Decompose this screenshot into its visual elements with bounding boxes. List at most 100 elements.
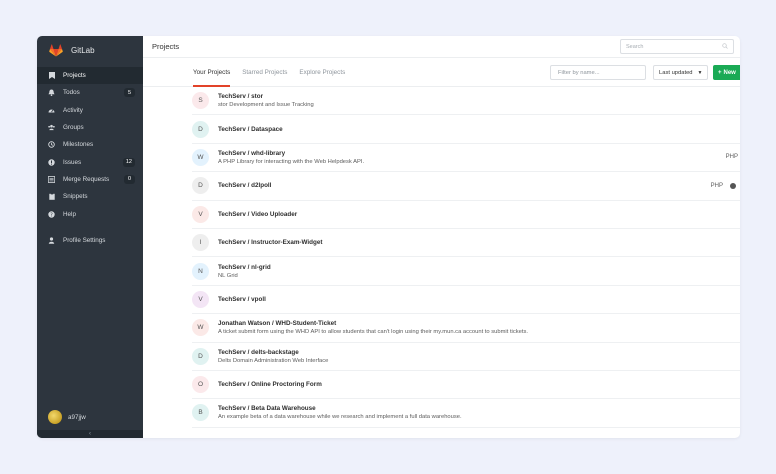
plus-icon: + — [718, 69, 722, 76]
project-row[interactable]: V TechServ / vpoll — [192, 286, 740, 315]
project-name-link[interactable]: TechServ / Beta Data Warehouse — [218, 405, 462, 412]
sidebar-item-label: Activity — [63, 106, 83, 114]
project-avatar: W — [192, 319, 209, 337]
current-user[interactable]: a97jjw — [48, 410, 86, 424]
new-button-label: New — [723, 69, 736, 76]
project-description: A ticket submit form using the WHD API t… — [218, 329, 528, 336]
project-description: stor Development and Issue Tracking — [218, 102, 314, 109]
sidebar-item-label: Help — [63, 210, 76, 218]
tab-your-projects[interactable]: Your Projects — [193, 58, 231, 87]
sidebar-item-label: Groups — [63, 124, 84, 132]
list-icon — [48, 176, 55, 183]
project-name-link[interactable]: TechServ / delts-backstage — [218, 349, 328, 356]
question-icon: ? — [48, 210, 55, 218]
project-name-link[interactable]: TechServ / d2lpoll — [218, 182, 271, 189]
sidebar-item-milestones[interactable]: Milestones — [37, 136, 143, 153]
bookmark-icon — [48, 72, 55, 80]
sidebar-item-groups[interactable]: Groups — [37, 119, 143, 136]
project-name-link[interactable]: TechServ / Dataspace — [218, 126, 283, 133]
brand[interactable]: GitLab — [37, 39, 143, 61]
project-row[interactable]: W TechServ / whd-library A PHP Library for… — [192, 144, 740, 173]
project-list: S TechServ / stor stor Development and Iss… — [192, 87, 740, 428]
filter-by-name-input[interactable]: Filter by name... — [550, 65, 646, 80]
sidebar-item-label: Issues — [63, 158, 82, 166]
sidebar-item-label: Projects — [63, 72, 86, 80]
sidebar-item-projects[interactable]: Projects — [37, 67, 143, 85]
sidebar-item-merge-requests[interactable]: Merge Requests 0 — [37, 171, 143, 188]
clock-icon — [48, 141, 55, 149]
sidebar-item-activity[interactable]: Activity — [37, 102, 143, 119]
project-row[interactable]: O TechServ / Online Proctoring Form — [192, 371, 740, 400]
project-info: TechServ / stor stor Development and Issu… — [218, 93, 314, 108]
sidebar-item-help[interactable]: ? Help — [37, 205, 143, 222]
project-avatar: V — [192, 205, 209, 223]
project-name-link[interactable]: TechServ / Instructor-Exam-Widget — [218, 239, 322, 246]
dashboard-icon — [48, 107, 55, 114]
todos-count-badge: 5 — [124, 88, 135, 98]
project-name-link[interactable]: Jonathan Watson / WHD-Student-Ticket — [218, 320, 528, 327]
project-info: TechServ / delts-backstage Delts Domain A… — [218, 349, 328, 364]
project-info: TechServ / vpoll — [218, 296, 266, 303]
project-info: TechServ / d2lpoll — [218, 182, 271, 189]
project-name-link[interactable]: TechServ / Online Proctoring Form — [218, 381, 322, 388]
project-row[interactable]: N TechServ / nl-grid NL Grid — [192, 257, 740, 286]
project-row[interactable]: B TechServ / Beta Data Warehouse An exampl… — [192, 399, 740, 428]
sort-dropdown[interactable]: Last updated ▼ — [653, 65, 708, 80]
issues-count-badge: 12 — [122, 157, 135, 167]
project-tabs: Your Projects Starred Projects Explore P… — [193, 58, 357, 87]
project-language: PHP — [726, 154, 738, 160]
project-language: PHP — [710, 182, 736, 189]
search-placeholder: Search — [626, 43, 644, 50]
project-row[interactable]: D TechServ / Dataspace — [192, 115, 740, 144]
status-dot-icon — [730, 182, 736, 189]
project-description: A PHP Library for interacting with the W… — [218, 158, 365, 165]
bell-icon — [48, 89, 55, 97]
project-row[interactable]: V TechServ / Video Uploader — [192, 201, 740, 229]
project-description: An example beta of a data warehouse whil… — [218, 414, 462, 421]
sidebar-item-label: Profile Settings — [63, 236, 106, 244]
project-name-link[interactable]: TechServ / Video Uploader — [218, 211, 297, 218]
project-info: TechServ / Dataspace — [218, 126, 283, 133]
project-row[interactable]: I TechServ / Instructor-Exam-Widget — [192, 229, 740, 258]
project-name-link[interactable]: TechServ / nl-grid — [218, 264, 271, 271]
sidebar-item-label: Todos — [63, 89, 80, 97]
project-row[interactable]: W Jonathan Watson / WHD-Student-Ticket A t… — [192, 314, 740, 343]
merge-requests-count-badge: 0 — [124, 174, 135, 184]
nav-divider — [37, 223, 143, 232]
projects-toolbar: Your Projects Starred Projects Explore P… — [143, 58, 740, 87]
project-description: Delts Domain Administration Web Interfac… — [218, 357, 329, 364]
exclamation-icon — [48, 158, 55, 166]
project-name-link[interactable]: TechServ / whd-library — [218, 150, 364, 157]
project-avatar: D — [192, 177, 209, 195]
project-row[interactable]: S TechServ / stor stor Development and Iss… — [192, 87, 740, 116]
tab-starred-projects[interactable]: Starred Projects — [242, 58, 287, 87]
language-label: PHP — [710, 182, 723, 189]
new-project-button[interactable]: + New — [713, 65, 740, 80]
project-info: TechServ / nl-grid NL Grid — [218, 264, 271, 279]
app-name: GitLab — [71, 45, 95, 55]
search-input[interactable]: Search — [620, 39, 734, 54]
sidebar-item-todos[interactable]: Todos 5 — [37, 84, 143, 101]
project-info: TechServ / whd-library A PHP Library for … — [218, 150, 364, 165]
project-row[interactable]: D TechServ / d2lpoll PHP — [192, 172, 740, 201]
sidebar-item-issues[interactable]: Issues 12 — [37, 153, 143, 170]
project-avatar: I — [192, 234, 209, 252]
page-title: Projects — [152, 42, 180, 51]
project-info: TechServ / Instructor-Exam-Widget — [218, 239, 322, 246]
sidebar-item-label: Milestones — [63, 141, 94, 149]
sidebar-item-label: Merge Requests — [63, 175, 110, 183]
sidebar-item-profile-settings[interactable]: Profile Settings — [37, 232, 143, 249]
language-label: PHP — [725, 154, 738, 161]
project-avatar: D — [192, 347, 209, 365]
project-row[interactable]: D TechServ / delts-backstage Delts Domain … — [192, 343, 740, 371]
tab-explore-projects[interactable]: Explore Projects — [299, 58, 345, 87]
project-avatar: D — [192, 120, 209, 138]
project-name-link[interactable]: TechServ / vpoll — [218, 296, 266, 303]
project-info: Jonathan Watson / WHD-Student-Ticket A ti… — [218, 320, 528, 335]
username: a97jjw — [68, 413, 86, 421]
sidebar-item-snippets[interactable]: Snippets — [37, 188, 143, 205]
project-name-link[interactable]: TechServ / stor — [218, 93, 314, 100]
project-info: TechServ / Online Proctoring Form — [218, 381, 322, 388]
gitlab-logo-icon — [49, 43, 63, 56]
collapse-sidebar-button[interactable]: ‹ — [37, 430, 143, 438]
